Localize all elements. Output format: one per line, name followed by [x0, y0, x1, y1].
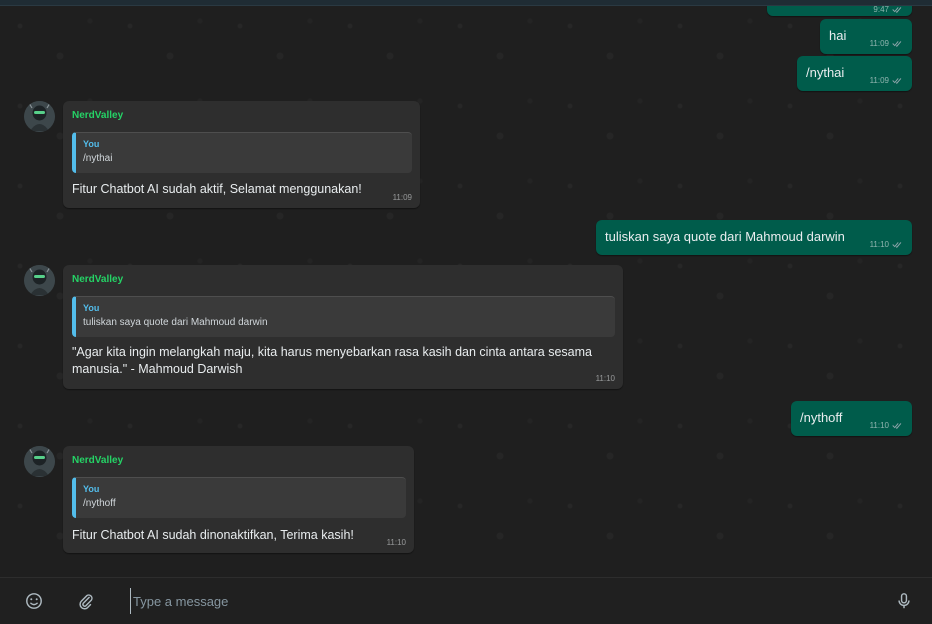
- message-meta: 11:10: [870, 421, 903, 430]
- message-text: hai: [829, 28, 847, 43]
- sender-name: NerdValley: [72, 455, 124, 466]
- message-text: /nythoff: [800, 410, 843, 425]
- quoted-message[interactable]: You /nythai: [72, 132, 412, 173]
- outgoing-message[interactable]: /nythoff 11:10: [791, 401, 912, 436]
- quote-author: You: [83, 303, 100, 313]
- double-check-icon: [892, 41, 902, 47]
- robot-avatar-icon: [24, 101, 55, 132]
- outgoing-message[interactable]: hai 11:09: [820, 19, 912, 54]
- microphone-icon: [898, 593, 910, 609]
- avatar[interactable]: [24, 265, 55, 296]
- message-time: 11:09: [392, 193, 412, 202]
- double-check-icon: [892, 423, 902, 429]
- message-time: 11:10: [869, 421, 889, 430]
- emoji-icon: [26, 593, 42, 609]
- attach-button[interactable]: [76, 591, 96, 611]
- incoming-message[interactable]: NerdValley You /nythoff Fitur Chatbot AI…: [63, 446, 414, 553]
- outgoing-message[interactable]: /nythai 11:09: [797, 56, 912, 91]
- whatsapp-chat-window: 9:47 hai 11:09 /nythai 11:09 NerdValley …: [0, 0, 932, 624]
- double-check-icon: [892, 242, 902, 248]
- message-time: 9:47: [873, 6, 889, 14]
- quoted-message[interactable]: You /nythoff: [72, 477, 406, 518]
- robot-avatar-icon: [24, 265, 55, 296]
- incoming-message[interactable]: NerdValley You /nythai Fitur Chatbot AI …: [63, 101, 420, 208]
- message-meta: 11:09: [870, 76, 903, 85]
- emoji-button[interactable]: [24, 591, 44, 611]
- message-time: 11:09: [869, 39, 889, 48]
- message-meta: 11:10: [870, 240, 903, 249]
- message-meta: 11:09: [870, 39, 903, 48]
- message-composer: [0, 577, 932, 624]
- quote-text: /nythai: [83, 153, 113, 164]
- robot-avatar-icon: [24, 446, 55, 477]
- incoming-message[interactable]: NerdValley You tuliskan saya quote dari …: [63, 265, 623, 389]
- attach-icon: [79, 594, 93, 610]
- message-time: 11:10: [595, 374, 615, 383]
- message-input[interactable]: [130, 588, 870, 614]
- quoted-message[interactable]: You tuliskan saya quote dari Mahmoud dar…: [72, 296, 615, 337]
- sender-name: NerdValley: [72, 274, 124, 285]
- message-text: Fitur Chatbot AI sudah aktif, Selamat me…: [72, 182, 362, 196]
- outgoing-message[interactable]: 9:47: [767, 6, 912, 16]
- quote-author: You: [83, 139, 100, 149]
- message-text: /nythai: [806, 65, 845, 80]
- avatar[interactable]: [24, 101, 55, 132]
- outgoing-message[interactable]: tuliskan saya quote dari Mahmoud darwin …: [596, 220, 912, 255]
- microphone-button[interactable]: [894, 591, 914, 611]
- message-text: "Agar kita ingin melangkah maju, kita ha…: [72, 345, 592, 376]
- message-meta: 9:47: [873, 6, 903, 14]
- chat-messages-area[interactable]: 9:47 hai 11:09 /nythai 11:09 NerdValley …: [0, 6, 932, 577]
- message-text: tuliskan saya quote dari Mahmoud darwin: [605, 229, 845, 244]
- quote-text: /nythoff: [83, 498, 116, 509]
- message-time: 11:10: [869, 240, 889, 249]
- double-check-icon: [892, 7, 902, 13]
- quote-author: You: [83, 484, 100, 494]
- sender-name: NerdValley: [72, 110, 124, 121]
- message-time: 11:09: [869, 76, 889, 85]
- message-text: Fitur Chatbot AI sudah dinonaktifkan, Te…: [72, 528, 354, 542]
- avatar[interactable]: [24, 446, 55, 477]
- message-time: 11:10: [386, 538, 406, 547]
- double-check-icon: [892, 78, 902, 84]
- quote-text: tuliskan saya quote dari Mahmoud darwin: [83, 317, 268, 328]
